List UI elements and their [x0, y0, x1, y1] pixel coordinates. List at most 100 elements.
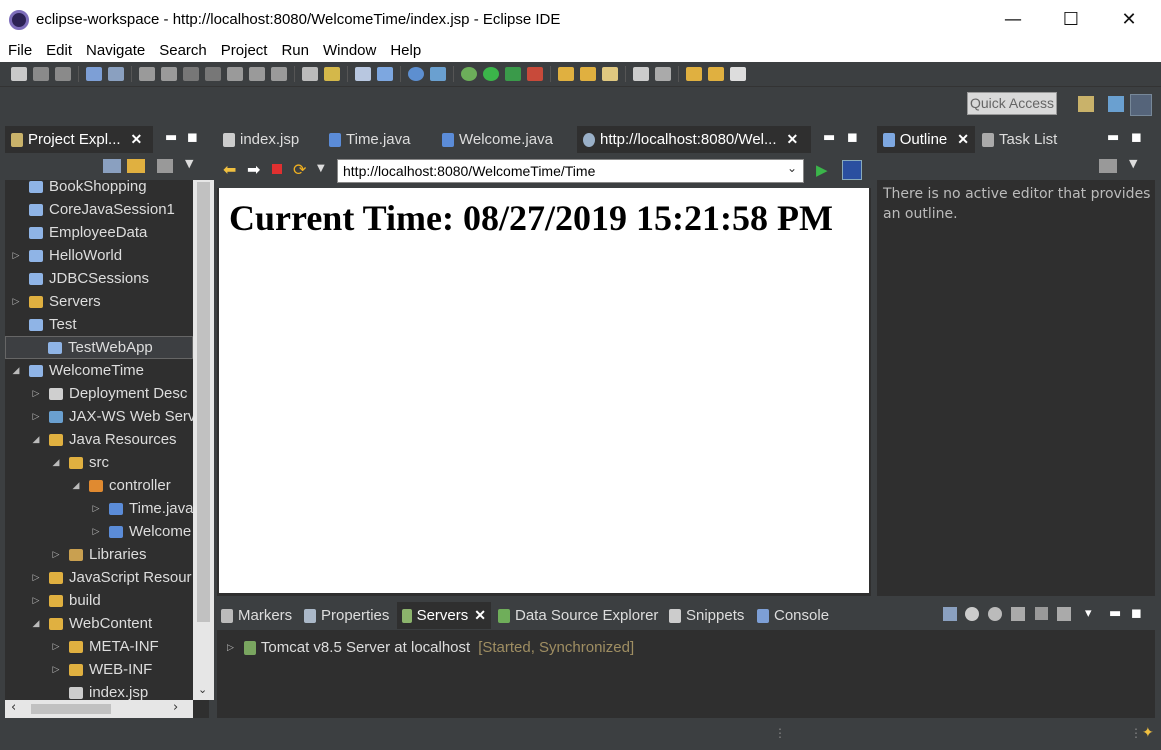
tree-item[interactable]: ▷ Deployment Desc — [31, 382, 188, 405]
tree-item[interactable]: ▷ WEB-INF — [51, 658, 153, 681]
tree-item[interactable]: ◢ controller — [71, 474, 171, 497]
refresh-icon[interactable]: ⟳ — [293, 160, 306, 179]
terminal-icon[interactable] — [86, 67, 102, 81]
collapse-icon[interactable] — [943, 607, 957, 621]
tree-item[interactable]: CoreJavaSession1 — [11, 198, 175, 221]
expand-arrow-icon[interactable]: ▷ — [51, 549, 61, 560]
tab-time-java[interactable]: Time.java — [329, 126, 410, 153]
menu-edit[interactable]: Edit — [46, 42, 72, 59]
open-task-icon[interactable] — [580, 67, 596, 81]
close-icon[interactable]: ✕ — [957, 131, 969, 148]
close-window-button[interactable]: ✕ — [1100, 0, 1158, 39]
expand-arrow-icon[interactable]: ▷ — [51, 664, 61, 675]
stop-server-icon[interactable] — [1035, 607, 1048, 620]
save-icon[interactable] — [33, 67, 49, 81]
external-tools-icon[interactable] — [527, 67, 543, 81]
collapse-arrow-icon[interactable]: ◢ — [51, 457, 61, 468]
new-server-icon[interactable] — [355, 67, 371, 81]
menu-run[interactable]: Run — [281, 42, 309, 59]
minimize-panel-icon[interactable]: ▬ — [165, 130, 177, 145]
debug-perspective-icon[interactable] — [1130, 94, 1152, 116]
tab-outline[interactable]: Outline ✕ — [877, 126, 975, 153]
drop-to-frame-icon[interactable] — [302, 67, 318, 81]
browser-viewport[interactable]: Current Time: 08/27/2019 15:21:58 PM — [219, 188, 869, 593]
web-services-explorer-icon[interactable] — [430, 67, 446, 81]
collapse-arrow-icon[interactable]: ◢ — [31, 618, 41, 629]
minimize-panel-icon[interactable]: ▬ — [1109, 606, 1121, 621]
maximize-panel-icon[interactable]: ◼ — [187, 130, 198, 145]
menu-window[interactable]: Window — [323, 42, 376, 59]
menu-file[interactable]: File — [8, 42, 32, 59]
tree-item[interactable]: ◢ WebContent — [31, 612, 153, 635]
expand-arrow-icon[interactable]: ▷ — [51, 641, 61, 652]
minimize-panel-icon[interactable]: ▬ — [823, 130, 835, 145]
tree-item[interactable]: BookShopping — [11, 180, 147, 198]
tab-properties[interactable]: Properties — [304, 602, 389, 629]
maximize-panel-icon[interactable]: ◼ — [1131, 606, 1142, 621]
eclipse-web-browser-icon[interactable] — [842, 160, 862, 180]
quick-access-input[interactable]: Quick Access — [967, 92, 1057, 115]
menu-search[interactable]: Search — [159, 42, 207, 59]
close-icon[interactable]: ✕ — [787, 131, 799, 148]
scroll-right-icon[interactable]: › — [173, 700, 178, 715]
expand-arrow-icon[interactable]: ▷ — [11, 250, 21, 261]
scroll-left-icon[interactable]: ‹ — [11, 700, 16, 715]
expand-arrow-icon[interactable]: ▷ — [91, 526, 101, 537]
vertical-scrollbar[interactable]: ⌄ — [193, 180, 214, 700]
expand-arrow-icon[interactable]: ▷ — [31, 388, 41, 399]
tree-item[interactable]: ▷ JAX-WS Web Serv — [31, 405, 193, 428]
tab-task-list[interactable]: Task List — [982, 126, 1057, 153]
menu-navigate[interactable]: Navigate — [86, 42, 145, 59]
scroll-down-icon[interactable]: ⌄ — [198, 683, 207, 696]
tab-snippets[interactable]: Snippets — [669, 602, 744, 629]
stop-icon[interactable] — [272, 164, 282, 174]
suspend-icon[interactable] — [161, 67, 177, 81]
tree-item[interactable]: TestWebApp — [5, 336, 193, 359]
tree-item[interactable]: ▷ Libraries — [51, 543, 147, 566]
disconnect-icon[interactable] — [205, 67, 221, 81]
tree-item[interactable]: ▷ build — [31, 589, 101, 612]
minimize-button[interactable]: — — [984, 0, 1042, 39]
debug-icon[interactable] — [461, 67, 477, 81]
scroll-thumb[interactable] — [197, 182, 210, 622]
close-icon[interactable]: ✕ — [474, 607, 486, 624]
debug-server-icon[interactable] — [965, 607, 979, 621]
horizontal-scrollbar[interactable]: ‹ › — [5, 700, 193, 718]
tree-item[interactable]: ▷ Servers — [11, 290, 101, 313]
collapse-arrow-icon[interactable]: ◢ — [71, 480, 81, 491]
tree-item[interactable]: ◢ src — [51, 451, 109, 474]
tree-item[interactable]: ▷ Welcome — [91, 520, 192, 543]
server-row[interactable]: ▷ Tomcat v8.5 Server at localhost [Start… — [227, 639, 634, 656]
expand-arrow-icon[interactable]: ▷ — [31, 595, 41, 606]
tree-item[interactable]: ▷ JavaScript Resour — [31, 566, 192, 589]
close-icon[interactable]: ✕ — [131, 131, 143, 148]
tip-lightbulb-icon[interactable]: ✦ — [1142, 725, 1154, 741]
open-perspective-icon[interactable] — [1078, 96, 1094, 112]
skip-breakpoints-icon[interactable] — [108, 67, 124, 81]
use-step-filters-icon[interactable] — [324, 67, 340, 81]
tree-item[interactable]: ▷ META-INF — [51, 635, 159, 658]
collapse-arrow-icon[interactable]: ◢ — [11, 365, 21, 376]
view-menu-icon[interactable] — [157, 159, 173, 173]
forward-arrow-icon[interactable]: ➡ — [247, 160, 260, 179]
save-all-icon[interactable] — [55, 67, 71, 81]
step-into-icon[interactable] — [227, 67, 243, 81]
chevron-down-icon[interactable]: ▼ — [185, 157, 193, 170]
view-menu-icon[interactable] — [1099, 159, 1117, 173]
profile-server-icon[interactable] — [1011, 607, 1025, 621]
terminate-icon[interactable] — [183, 67, 199, 81]
scroll-thumb[interactable] — [31, 704, 111, 714]
tree-item[interactable]: ◢ Java Resources — [31, 428, 177, 451]
tree-item[interactable]: ▷ Time.java — [91, 497, 193, 520]
tab-index-jsp[interactable]: index.jsp — [223, 126, 299, 153]
resume-icon[interactable] — [139, 67, 155, 81]
run-coverage-icon[interactable] — [505, 67, 521, 81]
tab-data-source-explorer[interactable]: Data Source Explorer — [498, 602, 658, 629]
expand-arrow-icon[interactable]: ▷ — [11, 296, 21, 307]
maximize-button[interactable]: ☐ — [1042, 0, 1100, 39]
view-menu-icon[interactable]: ▾ — [1085, 606, 1092, 621]
tab-servers[interactable]: Servers ✕ — [397, 602, 491, 629]
new-web-service-icon[interactable] — [377, 67, 393, 81]
tree-item[interactable]: EmployeeData — [11, 221, 147, 244]
forward-arrow-icon[interactable] — [730, 67, 746, 81]
